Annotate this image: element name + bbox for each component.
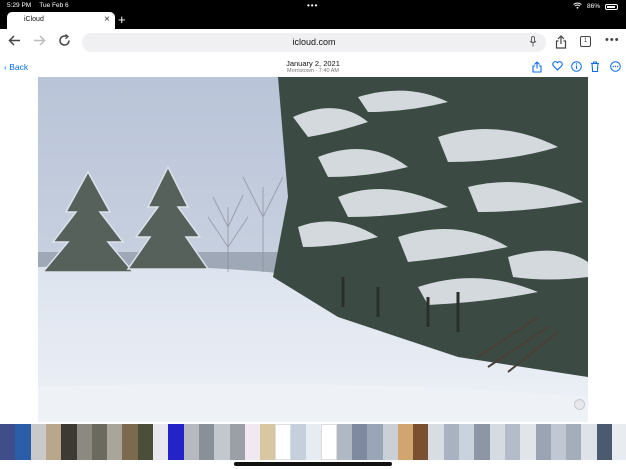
filmstrip-thumbnail[interactable] <box>489 424 506 460</box>
filmstrip-thumbnail[interactable] <box>550 424 567 460</box>
filmstrip-thumbnail[interactable] <box>520 424 536 460</box>
filmstrip-thumbnail[interactable] <box>382 424 398 460</box>
forward-arrow-icon[interactable] <box>33 34 46 50</box>
filmstrip-thumbnail[interactable] <box>367 424 383 460</box>
filmstrip-thumbnail[interactable] <box>566 424 582 460</box>
filmstrip-thumbnail[interactable] <box>76 424 92 460</box>
filmstrip-thumbnail[interactable] <box>321 424 337 460</box>
photo-header: ‹ Back January 2, 2021 Morristown · 7:40… <box>0 56 626 78</box>
share-icon[interactable] <box>532 61 542 76</box>
battery-percent: 86% <box>586 3 600 10</box>
battery-icon <box>605 3 618 10</box>
browser-toolbar: icloud.com 1 ••• <box>0 29 626 56</box>
filmstrip-thumbnail[interactable] <box>214 424 230 460</box>
tabs-icon[interactable]: 1 <box>580 36 591 47</box>
status-time: 5:29 PM <box>7 2 32 9</box>
tab-strip: iCloud × + <box>0 12 626 29</box>
url-bar[interactable]: icloud.com <box>82 33 546 52</box>
filmstrip-thumbnail[interactable] <box>122 424 138 460</box>
filmstrip-thumbnail[interactable] <box>107 424 123 460</box>
filmstrip-thumbnail[interactable] <box>596 424 613 460</box>
filmstrip-thumbnail[interactable] <box>275 424 291 460</box>
filmstrip-thumbnail[interactable] <box>137 424 154 460</box>
info-icon[interactable] <box>571 61 582 75</box>
filmstrip-thumbnail[interactable] <box>260 424 276 460</box>
filmstrip-thumbnail[interactable] <box>413 424 429 460</box>
filmstrip-thumbnail[interactable] <box>0 424 16 460</box>
filmstrip-thumbnail[interactable] <box>397 424 414 460</box>
home-indicator[interactable] <box>234 462 392 466</box>
filmstrip-thumbnail[interactable] <box>581 424 597 460</box>
filmstrip-thumbnail[interactable] <box>504 424 521 460</box>
main-photo[interactable] <box>38 77 588 422</box>
filmstrip-thumbnail[interactable] <box>244 424 261 460</box>
more-icon[interactable]: ••• <box>605 34 620 46</box>
close-icon[interactable]: × <box>104 14 110 25</box>
filmstrip-thumbnail[interactable] <box>351 424 368 460</box>
browser-tab[interactable]: iCloud × <box>7 12 115 29</box>
filmstrip-thumbnail[interactable] <box>30 424 47 460</box>
filmstrip-thumbnail[interactable] <box>535 424 551 460</box>
filmstrip-thumbnail[interactable] <box>428 424 444 460</box>
tab-title: iCloud <box>24 16 44 23</box>
filmstrip-thumbnail[interactable] <box>290 424 307 460</box>
more-options-icon[interactable] <box>610 61 621 75</box>
filmstrip-thumbnail[interactable] <box>336 424 353 460</box>
filmstrip-thumbnail[interactable] <box>91 424 108 460</box>
filmstrip-thumbnail[interactable] <box>168 424 184 460</box>
share-icon[interactable] <box>555 35 567 52</box>
status-date: Tue Feb 6 <box>39 2 69 9</box>
url-text: icloud.com <box>292 37 336 47</box>
filmstrip-thumbnail[interactable] <box>153 424 169 460</box>
filmstrip-thumbnail[interactable] <box>459 424 475 460</box>
filmstrip-thumbnail[interactable] <box>443 424 460 460</box>
filmstrip-thumbnail[interactable] <box>612 424 626 460</box>
filmstrip-thumbnail[interactable] <box>45 424 62 460</box>
wifi-icon <box>573 2 582 11</box>
photo-filmstrip <box>0 424 626 460</box>
filmstrip-thumbnail[interactable] <box>198 424 215 460</box>
back-arrow-icon[interactable] <box>8 34 21 50</box>
plus-icon[interactable]: + <box>118 12 126 27</box>
reload-icon[interactable] <box>58 33 71 50</box>
filmstrip-thumbnail[interactable] <box>15 424 31 460</box>
trash-icon[interactable] <box>590 61 600 75</box>
filmstrip-thumbnail[interactable] <box>183 424 200 460</box>
heart-icon[interactable] <box>552 61 563 74</box>
microphone-icon[interactable] <box>529 36 537 49</box>
status-bar: 5:29 PM Tue Feb 6 ••• 86% <box>0 0 626 12</box>
filmstrip-thumbnail[interactable] <box>474 424 490 460</box>
filmstrip-thumbnail[interactable] <box>306 424 322 460</box>
zoom-handle[interactable] <box>574 399 585 410</box>
filmstrip-thumbnail[interactable] <box>229 424 245 460</box>
filmstrip-thumbnail[interactable] <box>61 424 77 460</box>
multitask-dots[interactable]: ••• <box>307 1 318 10</box>
